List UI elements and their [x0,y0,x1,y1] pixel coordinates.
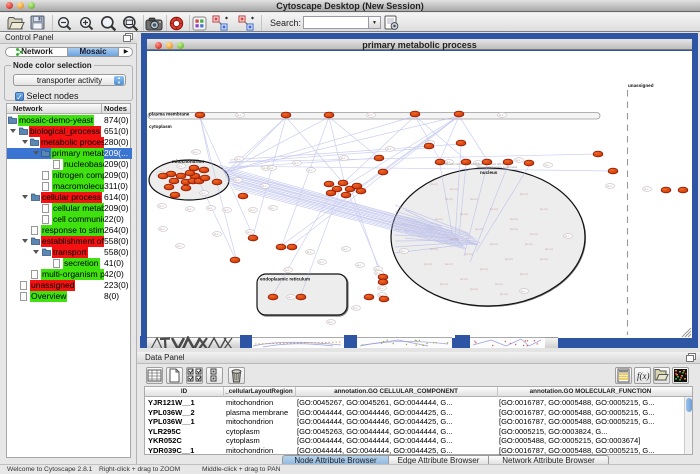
svg-text:xx-x: xx-x [262,185,267,188]
svg-text:xx-x: xx-x [357,264,362,267]
svg-text:[xx-xx]: [xx-xx] [530,232,538,236]
svg-text:xx-x: xx-x [224,209,229,212]
svg-text:xx-x: xx-x [516,159,521,162]
svg-text:[xx-xx]: [xx-xx] [460,212,468,216]
svg-text:[xx-xx]: [xx-xx] [475,227,483,231]
svg-text:xx-x: xx-x [159,205,164,208]
svg-text:xx-x: xx-x [250,209,255,212]
svg-text:[xx-xx]: [xx-xx] [430,182,438,186]
svg-text:[xx-xx]: [xx-xx] [520,272,528,276]
svg-text:xx-x: xx-x [178,165,183,168]
svg-text:xx-x: xx-x [401,250,406,253]
svg-text:[xx-xx]: [xx-xx] [490,207,498,211]
svg-text:xx-x: xx-x [607,185,612,188]
svg-text:xx-x: xx-x [270,207,275,210]
svg-text:[xx-xx]: [xx-xx] [525,242,533,246]
svg-text:[xx-xx]: [xx-xx] [430,247,438,251]
svg-text:[xx-xx]: [xx-xx] [424,262,432,266]
svg-text:xx-x: xx-x [214,233,219,236]
svg-text:xx-x: xx-x [521,290,526,293]
svg-text:endoplasmic reticulum: endoplasmic reticulum [260,277,310,282]
svg-text:[xx-xx]: [xx-xx] [505,257,513,261]
svg-text:xx-x: xx-x [341,157,346,160]
svg-text:cytoplasm: cytoplasm [149,124,172,129]
svg-text:xx-x: xx-x [343,248,348,251]
svg-text:xx-x: xx-x [193,151,198,154]
svg-text:[xx-xx]: [xx-xx] [540,257,548,261]
svg-text:[xx-xx]: [xx-xx] [470,197,478,201]
svg-text:xx-x: xx-x [545,164,550,167]
svg-text:[xx-xx]: [xx-xx] [470,287,478,291]
svg-text:nucleus: nucleus [480,170,498,175]
svg-text:[xx-xx]: [xx-xx] [510,227,518,231]
svg-text:xx-x: xx-x [177,245,182,248]
svg-text:xx-x: xx-x [160,228,165,231]
svg-text:[xx-xx]: [xx-xx] [540,207,548,211]
svg-text:[xx-xx]: [xx-xx] [460,277,468,281]
svg-text:xx-x: xx-x [247,231,252,234]
svg-text:xx-x: xx-x [235,179,240,182]
svg-text:xx-x: xx-x [353,307,358,310]
svg-text:xx-x: xx-x [319,261,324,264]
svg-text:[xx-xx]: [xx-xx] [465,252,473,256]
svg-text:xx-x: xx-x [236,158,241,161]
svg-text:[xx-xx]: [xx-xx] [435,217,443,221]
svg-text:xx-x: xx-x [644,188,649,191]
svg-text:[xx-xx]: [xx-xx] [520,192,528,196]
svg-text:xx-x: xx-x [201,192,206,195]
svg-text:xx-x: xx-x [387,148,392,151]
svg-text:xx-x: xx-x [288,296,293,299]
svg-text:xx-x: xx-x [294,162,299,165]
svg-text:unassigned: unassigned [628,83,654,88]
svg-text:xx-x: xx-x [269,167,274,170]
svg-text:[xx-xx]: [xx-xx] [440,282,448,286]
svg-text:[xx-xx]: [xx-xx] [450,237,458,241]
svg-text:GO:xxxx GO:xxxxxx xx GO:xxxx: GO:xxxx GO:xxxxxx xx GO:xxxx [477,165,518,169]
svg-text:xx-x: xx-x [368,114,373,117]
svg-text:[xx-xx]: [xx-xx] [545,247,553,251]
svg-text:xx-x: xx-x [328,321,333,324]
svg-text:xx-x: xx-x [565,235,570,238]
svg-text:xx-x: xx-x [307,251,312,254]
svg-text:[xx-xx]: [xx-xx] [510,217,518,221]
svg-text:xx-x: xx-x [237,114,242,117]
svg-text:xx-x: xx-x [308,169,313,172]
svg-text:mitochondrion: mitochondrion [172,159,204,164]
svg-text:xx-x: xx-x [208,207,213,210]
svg-text:[xx-xx]: [xx-xx] [490,242,498,246]
svg-text:[xx-xx]: [xx-xx] [495,282,503,286]
svg-text:xx-x: xx-x [187,208,192,211]
svg-text:[xx-xx]: [xx-xx] [445,262,453,266]
svg-text:xx-x: xx-x [285,269,290,272]
svg-text:[xx-xx]: [xx-xx] [445,197,453,201]
svg-text:xx-x: xx-x [499,114,504,117]
svg-text:xx-x: xx-x [379,287,384,290]
svg-text:plasma membrane: plasma membrane [149,112,190,117]
svg-text:[xx-xx]: [xx-xx] [480,267,488,271]
svg-text:f(x): f(x) [637,371,650,381]
svg-text:[xx-xx]: [xx-xx] [450,187,458,191]
svg-text:[xx-xx]: [xx-xx] [500,292,508,296]
